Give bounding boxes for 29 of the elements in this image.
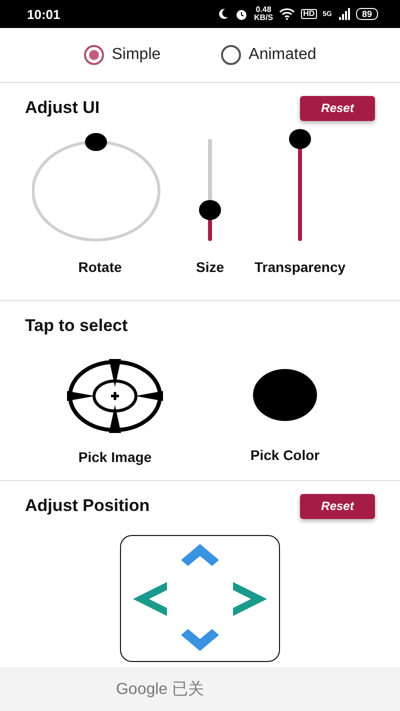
- slider-thumb[interactable]: [199, 200, 221, 220]
- hd-badge: HD: [301, 9, 317, 19]
- item-label: Pick Color: [250, 447, 320, 463]
- mode-radio[interactable]: Simple: [84, 45, 161, 65]
- control-label: Rotate: [78, 259, 122, 275]
- crosshair-icon[interactable]: [65, 357, 165, 435]
- control-label: Transparency: [254, 259, 346, 275]
- up-arrow-icon[interactable]: [181, 544, 219, 566]
- slider-thumb[interactable]: [289, 129, 311, 149]
- net-unit: KB/S: [254, 14, 274, 22]
- section-title: Adjust UI: [25, 98, 100, 118]
- moon-icon: [216, 8, 229, 20]
- clock-time: 10:01: [27, 6, 62, 22]
- item-label: Pick Image: [78, 449, 152, 465]
- reset-button[interactable]: Reset: [300, 494, 375, 518]
- ad-closed-notice: Google 已关: [116, 680, 204, 700]
- wifi-icon: [279, 8, 296, 20]
- control-label: Size: [196, 259, 224, 275]
- alarm-icon: [234, 8, 248, 20]
- signal-icon: [338, 8, 350, 20]
- net-speed: 0.48: [256, 6, 272, 14]
- down-arrow-icon[interactable]: [181, 629, 219, 651]
- section-title: Tap to select: [25, 316, 128, 336]
- section-title: Adjust Position: [25, 496, 150, 516]
- mode-radio[interactable]: Animated: [220, 45, 316, 65]
- right-arrow-icon[interactable]: [233, 582, 267, 616]
- reset-button[interactable]: Reset: [300, 96, 375, 120]
- battery-level: 89: [356, 8, 378, 20]
- left-arrow-icon[interactable]: [133, 582, 167, 616]
